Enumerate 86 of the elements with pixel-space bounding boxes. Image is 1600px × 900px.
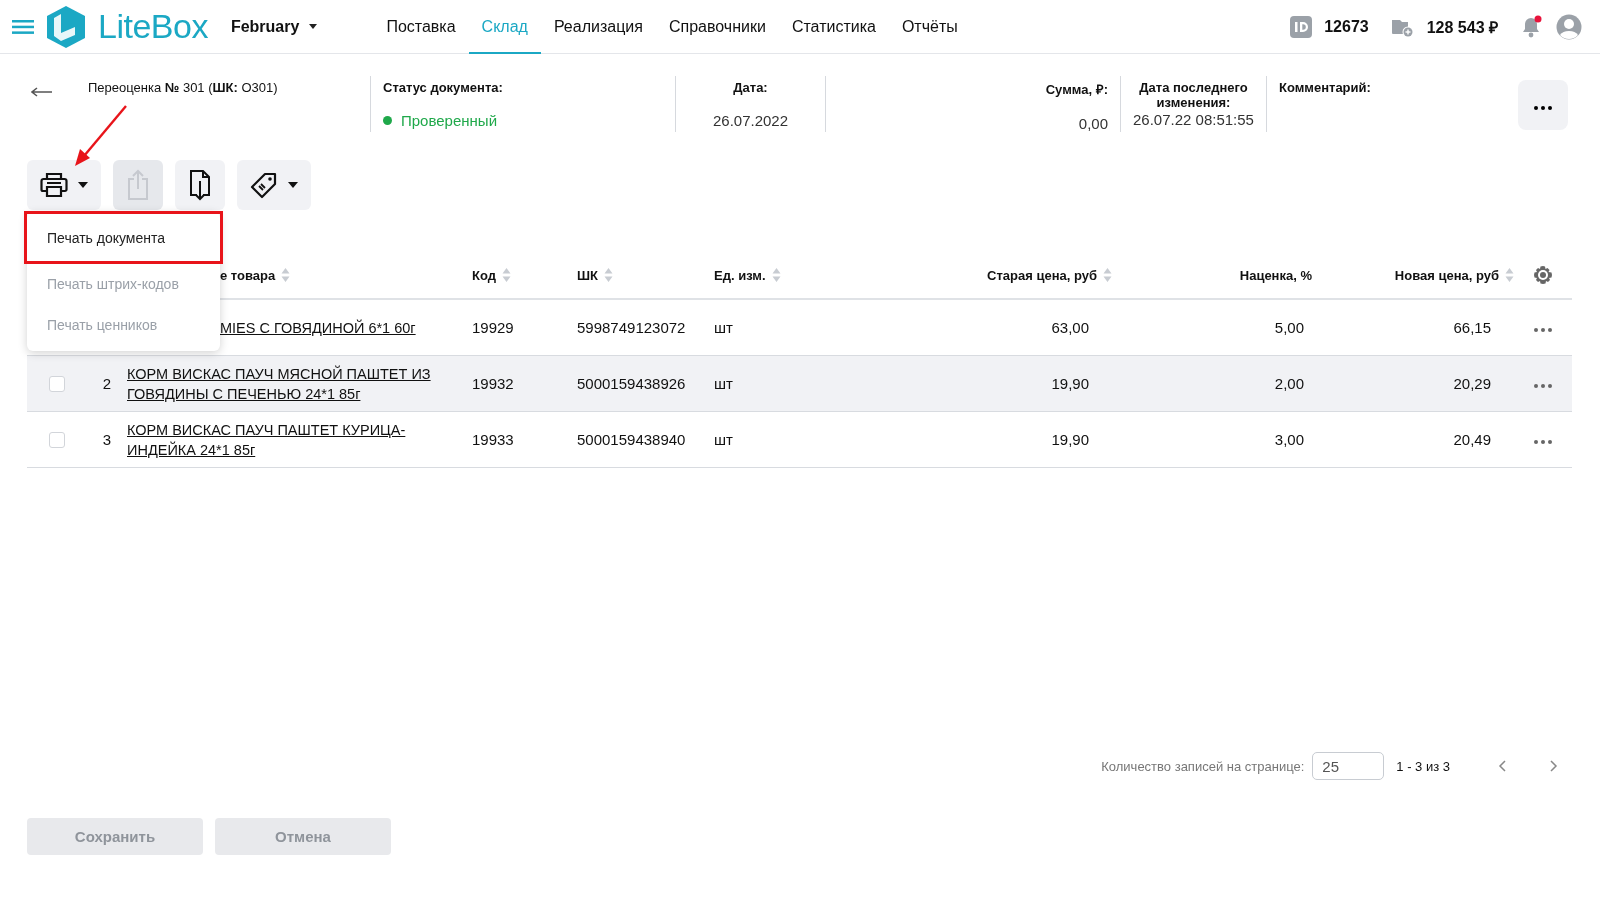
tag-icon (250, 171, 278, 199)
period-dropdown[interactable]: February (230, 17, 319, 36)
caret-icon (288, 182, 298, 188)
field-label: Комментарий: (1279, 80, 1372, 95)
sort-icon[interactable] (604, 267, 613, 283)
table-row[interactable]: 3 КОРМ ВИСКАС ПАУЧ ПАШТЕТ КУРИЦА-ИНДЕЙКА 24*1 85г 19933 5000159438940 шт 19,90 3,00 20,49 (27, 412, 1572, 468)
table-row[interactable]: 2 КОРМ ВИСКАС ПАУЧ МЯСНОЙ ПАШТЕТ ИЗ ГОВЯДИНЫ С ПЕЧЕНЬЮ 24*1 85г 19932 5000159438926 шт 19,90 2,00 20,29 (27, 356, 1572, 412)
account-id: 12673 (1324, 17, 1369, 36)
dots-icon (1534, 328, 1552, 332)
row-checkbox[interactable] (49, 375, 65, 392)
table-cell: 19932 (472, 375, 514, 392)
row-number: 2 (102, 375, 112, 392)
table-cell: 5998749123072 (577, 319, 686, 336)
page-range: 1 - 3 из 3 (1396, 758, 1450, 774)
file-download-icon (188, 169, 212, 201)
product-link[interactable]: КОРМ ВИСКАС ПАУЧ ПАШТЕТ КУРИЦА-ИНДЕЙКА 24*1 85г (127, 419, 447, 460)
product-link[interactable]: MIES С ГОВЯДИНОЙ 6*1 60г (220, 317, 416, 338)
id-icon (1290, 15, 1313, 38)
field-value: 26.07.22 08:51:55 (1133, 111, 1254, 128)
sort-icon[interactable] (1103, 267, 1112, 283)
table-cell: 20,29 (1453, 375, 1491, 392)
caret-icon (308, 23, 319, 30)
table-cell: 19,90 (1051, 375, 1089, 392)
table-cell: 63,00 (1051, 319, 1089, 336)
next-page-icon[interactable] (1550, 760, 1558, 772)
menu-item[interactable]: Печать документа (25, 212, 222, 263)
caret-icon (78, 182, 88, 188)
table-cell: 19,90 (1051, 431, 1089, 448)
table-cell: шт (714, 431, 733, 448)
table-cell: шт (714, 319, 733, 336)
field-label: Сумма, ₽: (1045, 81, 1108, 98)
table-cell: 19933 (472, 431, 514, 448)
table-cell: шт (714, 375, 733, 392)
row-number: 3 (102, 431, 112, 448)
sort-icon[interactable] (771, 267, 781, 283)
table-cell: 5,00 (1274, 319, 1304, 336)
nav-tab[interactable]: Реализация (540, 0, 656, 54)
column-header[interactable]: Ед. изм. (714, 267, 884, 283)
field-label: Дата последнего изменения: (1138, 80, 1249, 110)
table-cell: 66,15 (1453, 319, 1491, 336)
nav-tab[interactable]: Справочники (655, 0, 779, 54)
sort-icon[interactable] (281, 267, 291, 283)
field-label: Дата: (733, 80, 768, 95)
menu-icon[interactable] (12, 19, 34, 34)
page-size-select[interactable]: 25 (1312, 752, 1385, 780)
field-label: Статус документа: (383, 80, 504, 95)
row-checkbox[interactable] (49, 431, 65, 448)
settings-icon[interactable] (1533, 265, 1553, 285)
dots-icon (1534, 384, 1552, 388)
annotation-arrow (72, 105, 128, 167)
page-size-label: Количество записей на странице: (1101, 758, 1305, 774)
table-cell: 3,00 (1274, 431, 1304, 448)
table-cell: 19929 (472, 319, 514, 336)
product-link[interactable]: КОРМ ВИСКАС ПАУЧ МЯСНОЙ ПАШТЕТ ИЗ ГОВЯДИНЫ С ПЕЧЕНЬЮ 24*1 85г (127, 363, 447, 404)
dots-icon (1534, 440, 1552, 444)
back-button[interactable] (30, 85, 54, 100)
bell-icon[interactable] (1520, 14, 1544, 39)
tag-button[interactable] (237, 160, 311, 210)
column-header[interactable]: Новая цена, руб (1312, 267, 1514, 283)
print-button[interactable] (27, 160, 101, 210)
nav-tab[interactable]: Статистика (778, 0, 889, 54)
avatar-icon[interactable] (1556, 13, 1582, 40)
table-cell: 5000159438940 (577, 431, 686, 448)
previous-page-icon[interactable] (1498, 760, 1506, 772)
dots-icon (1534, 105, 1552, 110)
column-header[interactable]: ШК (577, 267, 714, 283)
printer-icon (40, 172, 68, 198)
nav-tab[interactable]: Поставка (373, 0, 469, 54)
column-header[interactable]: Код (472, 267, 577, 283)
balance: 128 543 ₽ (1426, 17, 1498, 38)
table-cell: 5000159438926 (577, 375, 686, 392)
document-title: Переоценка № 301 (ШК: О301) (88, 80, 279, 95)
column-header[interactable]: Старая цена, руб (884, 267, 1112, 283)
status-text: Проверенный (383, 112, 663, 129)
logo-text: LiteBox (98, 7, 208, 46)
import-button[interactable] (175, 160, 225, 210)
upload-icon (126, 169, 150, 201)
sort-icon[interactable] (1505, 267, 1514, 283)
sort-icon[interactable] (501, 267, 511, 283)
table-cell: 2,00 (1274, 375, 1304, 392)
column-header: Наценка, % (1238, 267, 1312, 283)
logo-icon (45, 4, 87, 49)
nav-tab[interactable]: Отчёты (888, 0, 971, 54)
table-cell: 20,49 (1453, 431, 1491, 448)
field-value: 0,00 (1078, 115, 1108, 132)
field-value: 26.07.2022 (712, 112, 789, 129)
